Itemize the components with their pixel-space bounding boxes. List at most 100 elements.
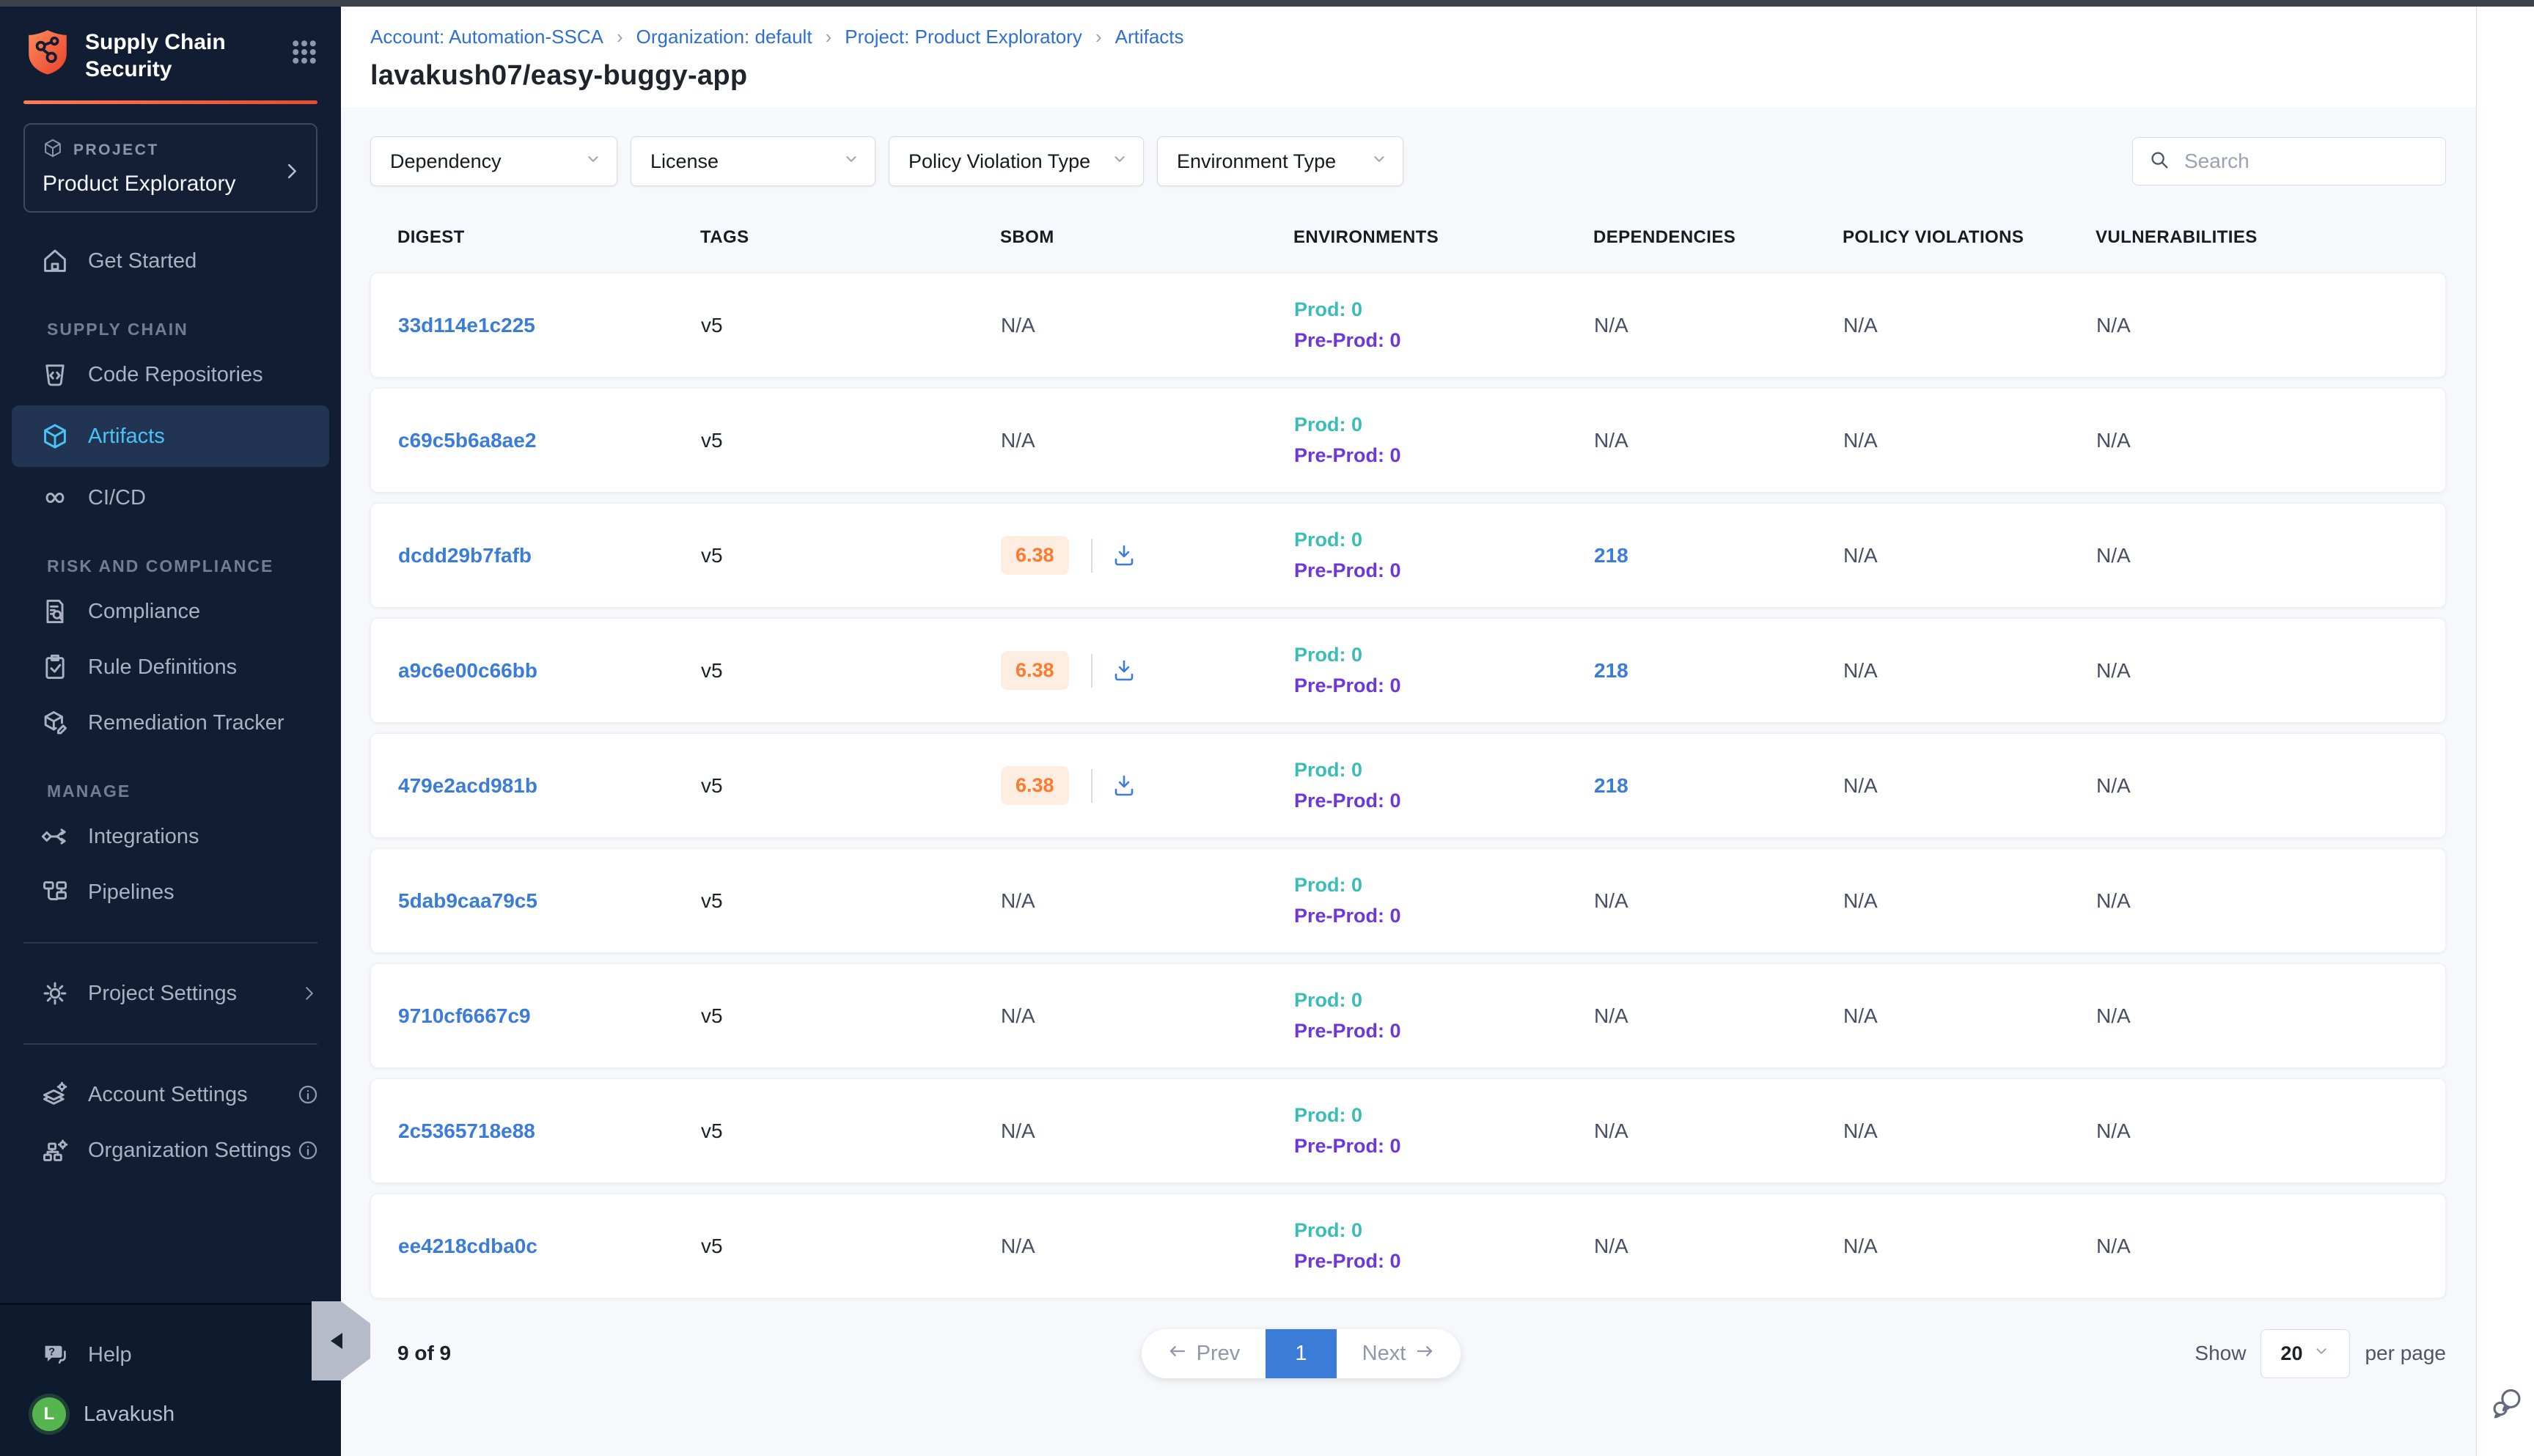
sbom-na: N/A: [1001, 1004, 1035, 1028]
digest-link[interactable]: ee4218cdba0c: [398, 1235, 537, 1257]
environments-cell: Prod: 0 Pre-Prod: 0: [1294, 1219, 1594, 1273]
filter-dependency[interactable]: Dependency: [370, 136, 617, 186]
download-sbom-icon[interactable]: [1112, 543, 1136, 568]
policy-violations-cell: N/A: [1843, 1235, 2096, 1258]
download-sbom-icon[interactable]: [1112, 773, 1136, 798]
dependencies-cell: 218: [1594, 774, 1843, 798]
accent-divider: [23, 100, 317, 104]
column-header-sbom: SBOM: [1000, 227, 1293, 248]
sbom-na: N/A: [1001, 1235, 1035, 1258]
divider: [23, 942, 317, 944]
chevron-down-icon: [1111, 150, 1128, 173]
repo-icon: [41, 361, 69, 389]
nav-section-heading: RISK AND COMPLIANCE: [0, 556, 341, 576]
env-preprod: Pre-Prod: 0: [1294, 790, 1594, 812]
sidebar-item-rule-definitions[interactable]: Rule Definitions: [0, 639, 341, 695]
project-label: PROJECT: [73, 141, 159, 159]
sbom-na: N/A: [1001, 314, 1035, 337]
breadcrumb-artifacts[interactable]: Artifacts: [1115, 26, 1184, 48]
search-input[interactable]: [2183, 149, 2450, 174]
sidebar-item-pipelines[interactable]: Pipelines: [0, 864, 341, 920]
policy-violations-cell: N/A: [1843, 889, 2096, 913]
digest-link[interactable]: 9710cf6667c9: [398, 1004, 531, 1027]
user-menu[interactable]: L Lavakush: [0, 1383, 341, 1431]
table-row[interactable]: ee4218cdba0c v5 N/A Prod: 0 Pre-Prod: 0 …: [370, 1194, 2446, 1298]
layers-gear-icon: [41, 1081, 69, 1108]
filter-license[interactable]: License: [631, 136, 875, 186]
sidebar-item-project-settings[interactable]: Project Settings: [0, 966, 341, 1021]
filter-policy-violation-type[interactable]: Policy Violation Type: [889, 136, 1144, 186]
table-row[interactable]: 5dab9caa79c5 v5 N/A Prod: 0 Pre-Prod: 0 …: [370, 848, 2446, 953]
filter-environment-type[interactable]: Environment Type: [1157, 136, 1403, 186]
infinity-icon: [41, 484, 69, 512]
sbom-cell: N/A: [1001, 314, 1294, 337]
sbom-na: N/A: [1001, 889, 1035, 913]
sbom-cell: 6.38: [1001, 651, 1294, 690]
table-row[interactable]: dcdd29b7fafb v5 6.38 Prod: 0 Pre-Prod: 0…: [370, 503, 2446, 608]
table-row[interactable]: 479e2acd981b v5 6.38 Prod: 0 Pre-Prod: 0…: [370, 733, 2446, 838]
sidebar-item-get-started[interactable]: Get Started: [0, 233, 341, 289]
sidebar-item-account-settings[interactable]: Account Settings: [0, 1067, 341, 1122]
digest-link[interactable]: 2c5365718e88: [398, 1119, 535, 1142]
sidebar-item-remediation-tracker[interactable]: Remediation Tracker: [0, 695, 341, 751]
digest-link[interactable]: 479e2acd981b: [398, 774, 537, 797]
support-chat-icon[interactable]: [2490, 1386, 2524, 1424]
breadcrumb-organization[interactable]: Organization: default: [636, 26, 812, 48]
page-1-button[interactable]: 1: [1266, 1329, 1337, 1378]
sidebar-item-code-repositories[interactable]: Code Repositories: [0, 347, 341, 402]
sidebar-item-cicd[interactable]: CI/CD: [0, 470, 341, 526]
env-prod: Prod: 0: [1294, 298, 1594, 321]
vulnerabilities-cell: N/A: [2096, 1119, 2445, 1143]
project-selector[interactable]: PROJECT Product Exploratory: [23, 123, 317, 213]
sidebar-nav: Get StartedSUPPLY CHAINCode Repositories…: [0, 213, 341, 1303]
environments-cell: Prod: 0 Pre-Prod: 0: [1294, 644, 1594, 697]
cube-icon: [41, 422, 69, 450]
dependencies-cell: N/A: [1594, 1235, 1843, 1258]
digest-link[interactable]: dcdd29b7fafb: [398, 544, 532, 567]
sidebar-item-label: Organization Settings: [88, 1139, 291, 1163]
dependencies-link[interactable]: 218: [1594, 774, 1628, 797]
tag-cell: v5: [701, 774, 1001, 798]
breadcrumb-account[interactable]: Account: Automation-SSCA: [370, 26, 603, 48]
column-header-digest: DIGEST: [397, 227, 700, 248]
sidebar-item-label: Get Started: [88, 249, 197, 273]
sbom-score-badge: 6.38: [1001, 536, 1069, 575]
digest-link[interactable]: c69c5b6a8ae2: [398, 429, 536, 452]
digest-link[interactable]: 5dab9caa79c5: [398, 889, 537, 912]
sidebar-item-help[interactable]: ? Help: [0, 1327, 341, 1383]
digest-link[interactable]: a9c6e00c66bb: [398, 659, 537, 682]
sidebar-item-organization-settings[interactable]: Organization Settings: [0, 1122, 341, 1178]
digest-link[interactable]: 33d114e1c225: [398, 314, 535, 337]
prev-page-button[interactable]: Prev: [1142, 1329, 1266, 1378]
table-row[interactable]: 33d114e1c225 v5 N/A Prod: 0 Pre-Prod: 0 …: [370, 273, 2446, 378]
download-sbom-icon[interactable]: [1112, 658, 1136, 683]
pager: Prev 1 Next: [1142, 1329, 1461, 1378]
dependencies-cell: N/A: [1594, 1119, 1843, 1143]
table-row[interactable]: c69c5b6a8ae2 v5 N/A Prod: 0 Pre-Prod: 0 …: [370, 388, 2446, 493]
sbom-divider: [1091, 654, 1092, 688]
home-icon: [41, 247, 69, 275]
dependencies-link[interactable]: 218: [1594, 659, 1628, 682]
sidebar-item-label: Project Settings: [88, 982, 237, 1006]
page-size-select[interactable]: 20: [2261, 1329, 2350, 1378]
env-preprod: Pre-Prod: 0: [1294, 329, 1594, 352]
dependencies-link[interactable]: 218: [1594, 544, 1628, 567]
table-row[interactable]: 2c5365718e88 v5 N/A Prod: 0 Pre-Prod: 0 …: [370, 1078, 2446, 1183]
table-row[interactable]: 9710cf6667c9 v5 N/A Prod: 0 Pre-Prod: 0 …: [370, 963, 2446, 1068]
gear-icon: [41, 979, 69, 1007]
env-prod: Prod: 0: [1294, 1104, 1594, 1127]
module-grid-icon[interactable]: [290, 37, 319, 70]
info-icon: [297, 1139, 319, 1161]
column-header-tags: TAGS: [700, 227, 1000, 248]
table-row[interactable]: a9c6e00c66bb v5 6.38 Prod: 0 Pre-Prod: 0…: [370, 618, 2446, 723]
project-cube-icon: [43, 138, 63, 163]
policy-violations-cell: N/A: [1843, 774, 2096, 798]
breadcrumb-project[interactable]: Project: Product Exploratory: [845, 26, 1082, 48]
breadcrumb-separator-icon: ›: [617, 26, 623, 48]
next-page-button[interactable]: Next: [1337, 1329, 1461, 1378]
sidebar-item-integrations[interactable]: Integrations: [0, 809, 341, 864]
sidebar-item-compliance[interactable]: Compliance: [0, 584, 341, 639]
sbom-cell: N/A: [1001, 1004, 1294, 1028]
sidebar-item-artifacts[interactable]: Artifacts: [12, 405, 329, 467]
environments-cell: Prod: 0 Pre-Prod: 0: [1294, 298, 1594, 352]
